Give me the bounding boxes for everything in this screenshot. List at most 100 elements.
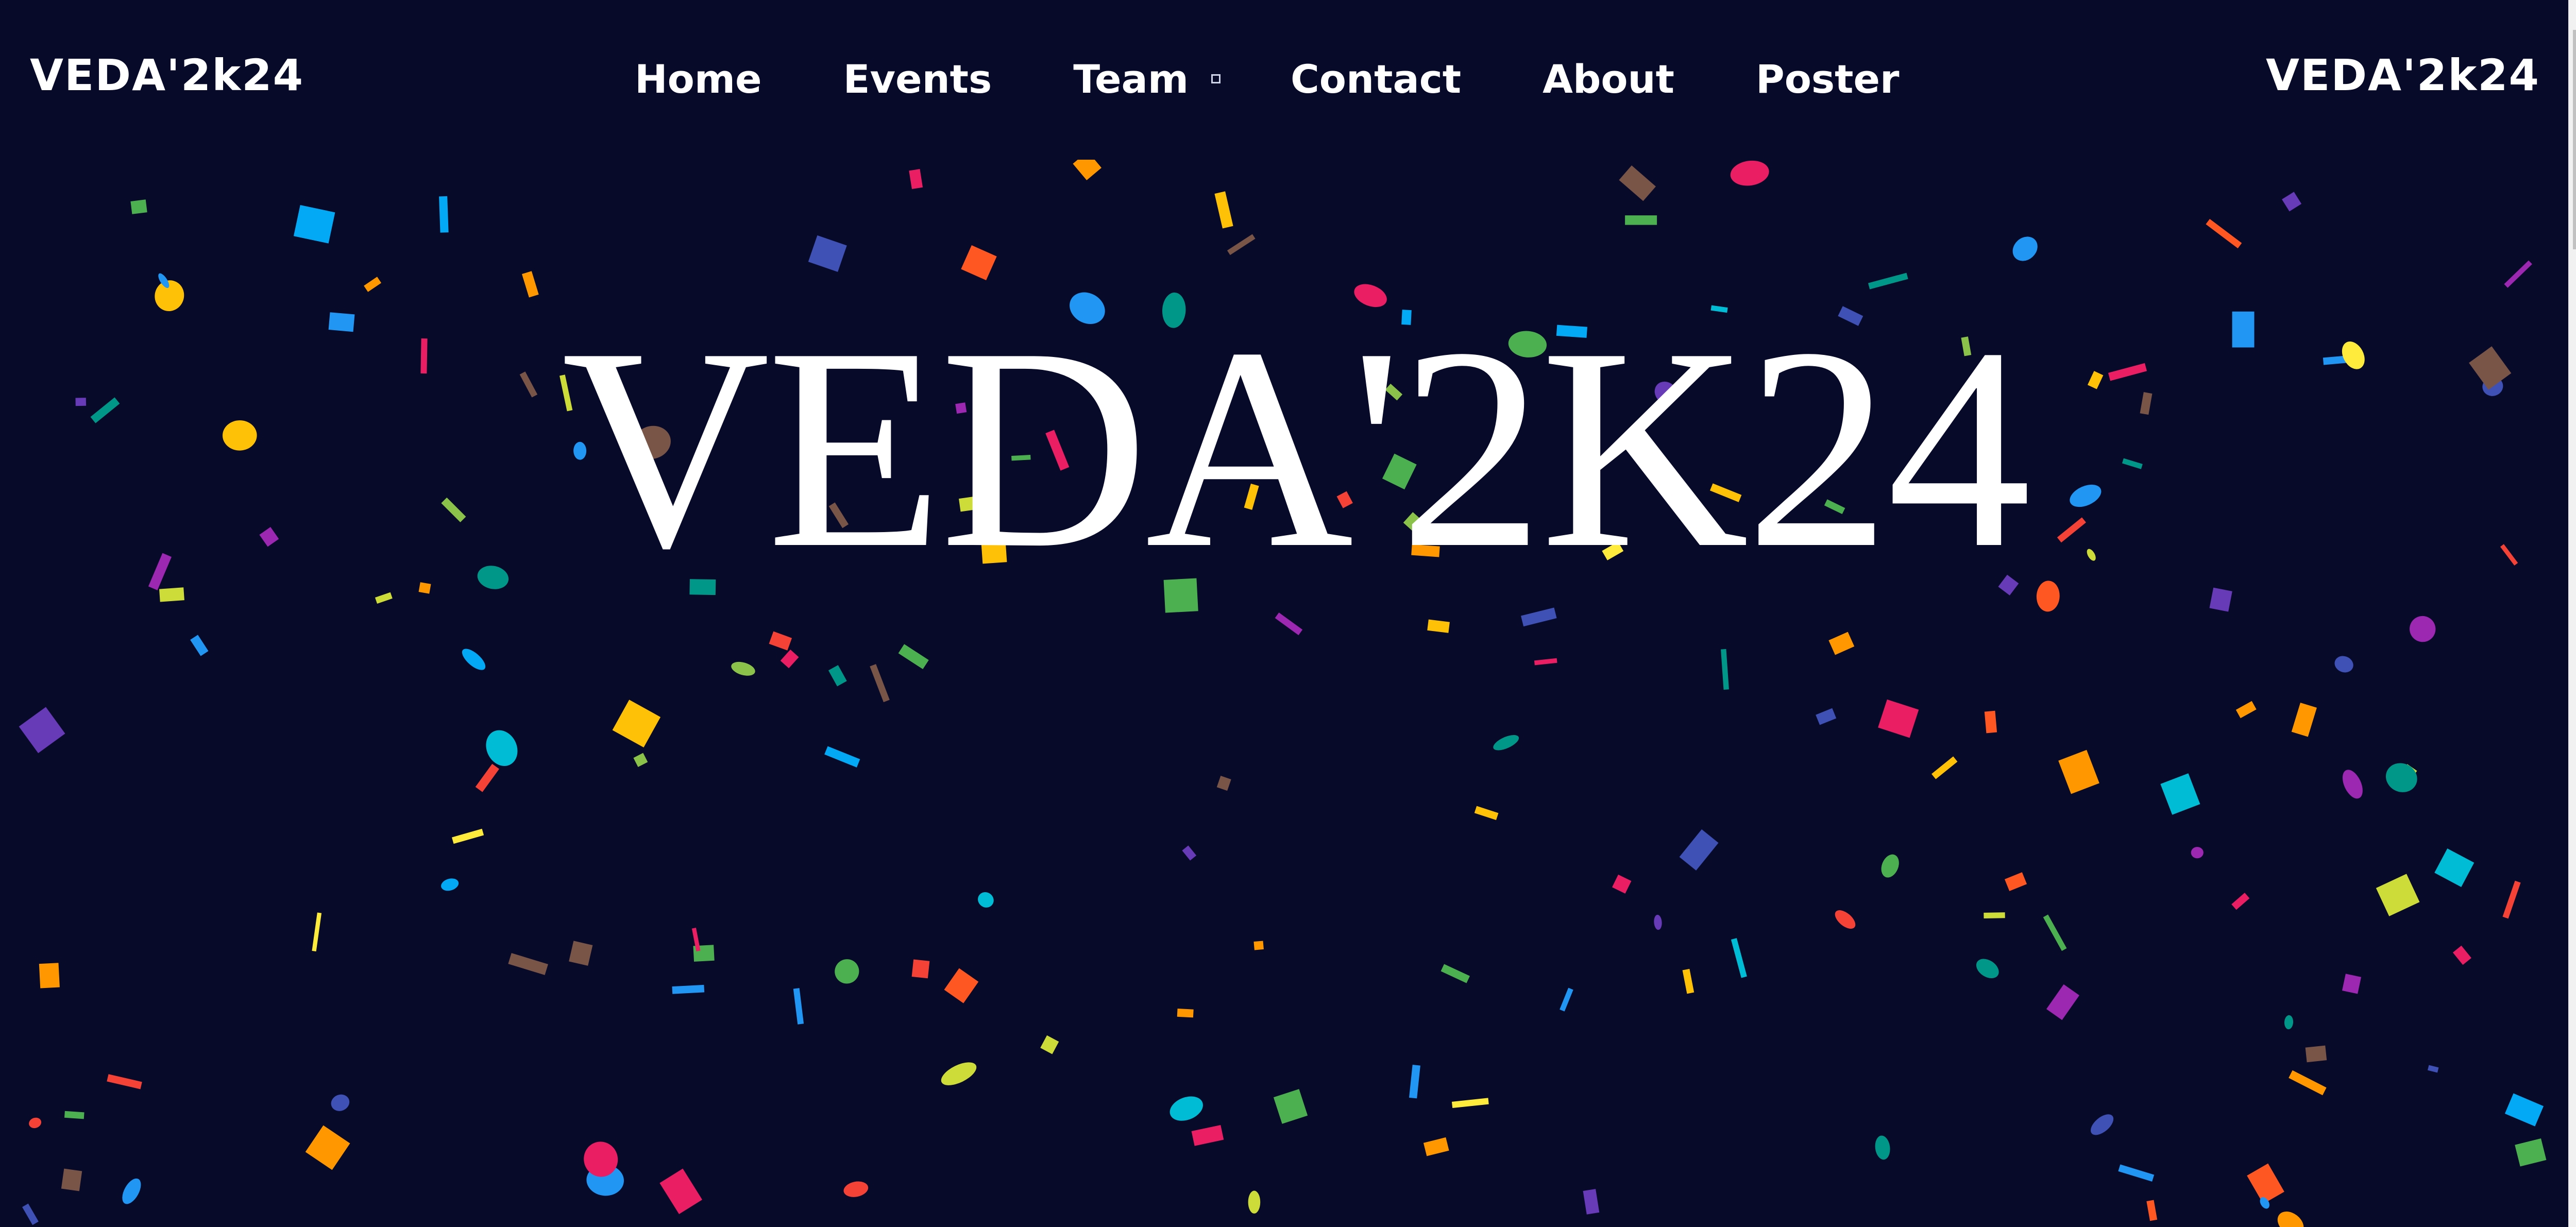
confetti-piece (1409, 1064, 1420, 1099)
confetti-piece (451, 828, 484, 844)
confetti-piece (1253, 941, 1264, 950)
hero-title: VEDA'2K24 (562, 288, 2031, 608)
confetti-piece (2469, 346, 2512, 390)
confetti-piece (870, 664, 890, 703)
confetti-piece (462, 649, 486, 670)
confetti-piece (1182, 845, 1197, 861)
confetti-piece (364, 277, 382, 292)
nav-contact-link[interactable]: Contact (1291, 60, 1461, 99)
confetti-piece (2504, 260, 2532, 288)
confetti-piece (418, 582, 431, 594)
confetti-piece (793, 988, 804, 1025)
confetti-piece (75, 398, 87, 406)
confetti-piece (1427, 619, 1450, 633)
confetti-piece (1984, 912, 2005, 918)
confetti-piece (731, 661, 755, 676)
confetti-piece (2305, 1045, 2327, 1063)
confetti-piece (39, 963, 60, 989)
confetti-piece (672, 984, 705, 994)
navbar: VEDA'2k24 Home Events Team Contact About… (0, 0, 2569, 160)
confetti-piece (2342, 770, 2363, 799)
confetti-piece (2146, 1200, 2158, 1221)
confetti-piece (2504, 1093, 2544, 1127)
confetti-piece (1177, 1008, 1194, 1018)
page: VEDA'2k24 Home Events Team Contact About… (0, 0, 2576, 1227)
nav-team-label: Team (1073, 56, 1189, 102)
confetti-piece (2091, 1114, 2114, 1135)
confetti-piece (1625, 215, 1657, 225)
confetti-piece (1976, 959, 1999, 979)
confetti-piece (769, 631, 792, 651)
scroll-down-arrow-icon[interactable]: ▼ (2569, 1199, 2576, 1227)
confetti-piece (2070, 484, 2102, 507)
confetti-piece (1931, 756, 1958, 779)
confetti-piece (2502, 880, 2521, 919)
confetti-piece (1040, 1035, 1059, 1054)
confetti-piece (1868, 272, 1908, 289)
confetti-piece (1682, 968, 1694, 994)
confetti-piece (961, 245, 997, 281)
confetti-piece (633, 753, 648, 767)
confetti-piece (659, 1168, 703, 1215)
confetti-piece (1227, 234, 1256, 255)
confetti-piece (2209, 587, 2232, 612)
confetti-piece (828, 665, 847, 687)
nav-team-link[interactable]: Team (1073, 60, 1221, 99)
confetti-piece (2434, 848, 2475, 887)
confetti-piece (2291, 703, 2317, 737)
confetti-piece (843, 1181, 869, 1197)
confetti-piece (1878, 699, 1919, 738)
confetti-piece (122, 1178, 141, 1204)
nav-home-link[interactable]: Home (635, 60, 762, 99)
confetti-piece (2410, 616, 2436, 642)
brand-logo-right[interactable]: VEDA'2k24 (2266, 54, 2540, 97)
confetti-piece (2122, 458, 2143, 469)
confetti-piece (944, 968, 979, 1003)
confetti-piece (521, 271, 539, 298)
confetti-piece (148, 553, 172, 590)
confetti-piece (508, 953, 548, 975)
confetti-piece (1248, 1190, 1261, 1214)
scroll-thumb[interactable] (2573, 30, 2576, 249)
confetti-piece (420, 338, 428, 374)
nav-about-link[interactable]: About (1543, 60, 1674, 99)
confetti-piece (1984, 710, 1997, 734)
nav-poster-link[interactable]: Poster (1756, 60, 1900, 99)
broken-image-icon (1211, 74, 1221, 83)
confetti-piece (2118, 1164, 2155, 1182)
confetti-piece (691, 928, 701, 951)
confetti-piece (808, 235, 847, 272)
confetti-piece (1493, 735, 1519, 751)
confetti-piece (375, 592, 393, 604)
confetti-piece (2057, 517, 2087, 543)
confetti-piece (1875, 1135, 1890, 1160)
confetti-piece (1521, 607, 1557, 627)
confetti-piece (1440, 964, 1470, 983)
confetti-piece (2043, 914, 2067, 951)
confetti-piece (293, 204, 335, 244)
brand-logo-left[interactable]: VEDA'2k24 (30, 54, 304, 97)
confetti-piece (107, 1074, 142, 1089)
confetti-piece (2247, 1163, 2284, 1204)
confetti-piece (2500, 544, 2518, 566)
vertical-scrollbar[interactable]: ▲ ▼ (2568, 0, 2576, 1227)
confetti-piece (2231, 893, 2250, 910)
confetti-piece (835, 959, 859, 984)
confetti-piece (159, 587, 184, 602)
confetti-piece (1583, 1189, 1600, 1215)
confetti-piece (1730, 160, 1769, 186)
confetti-piece (331, 1094, 350, 1111)
confetti-piece (61, 1168, 82, 1191)
confetti-piece (475, 763, 499, 792)
confetti-piece (1654, 914, 1662, 930)
nav-events-link[interactable]: Events (843, 60, 992, 99)
confetti-piece (2160, 773, 2200, 815)
confetti-piece (612, 700, 661, 748)
confetti-piece (305, 1125, 350, 1170)
confetti-piece (2515, 1138, 2547, 1167)
confetti-piece (259, 527, 279, 547)
confetti-piece (2427, 1065, 2439, 1073)
confetti-piece (223, 420, 257, 451)
scroll-up-arrow-icon[interactable]: ▲ (2569, 0, 2576, 28)
confetti-piece (780, 650, 799, 669)
